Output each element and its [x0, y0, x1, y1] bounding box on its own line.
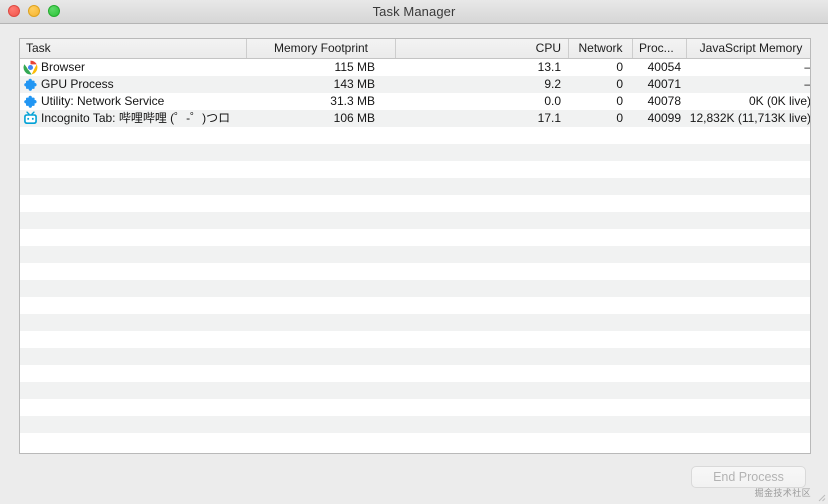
table-row-empty [20, 144, 810, 161]
table-row-empty [20, 348, 810, 365]
cell-memory: 115 MB [334, 60, 375, 74]
table-row-empty [20, 382, 810, 399]
cell-cpu: 17.1 [537, 111, 561, 125]
table-row-empty [20, 416, 810, 433]
column-header-cpu[interactable]: CPU [395, 39, 568, 58]
table-row-empty [20, 399, 810, 416]
table-row-empty [20, 314, 810, 331]
column-header-memory-footprint[interactable]: Memory Footprint [246, 39, 395, 58]
cell-process-id: 40099 [647, 111, 681, 125]
window-title: Task Manager [372, 4, 456, 19]
end-process-button[interactable]: End Process [691, 466, 806, 488]
table-row-empty [20, 246, 810, 263]
table-row-empty [20, 331, 810, 348]
cell-cpu: 0.0 [544, 94, 561, 108]
table-row-empty [20, 280, 810, 297]
table-row-empty [20, 263, 810, 280]
window-footer: End Process 掘金技术社区 [0, 454, 828, 504]
table-row[interactable]: GPU Process 143 MB 9.2 0 40071– [20, 76, 810, 93]
cell-js-memory: 0K (0K live) [748, 94, 810, 108]
minimize-window-button[interactable] [28, 5, 40, 17]
table-row-empty [20, 212, 810, 229]
cell-js-memory: – [687, 59, 810, 76]
table-header-row: Task Memory Footprint CPU Network Proc..… [20, 39, 810, 59]
column-header-process-id[interactable]: Proc... [632, 39, 686, 58]
table-row-empty [20, 365, 810, 382]
window-controls [8, 5, 60, 17]
cell-memory: 31.3 MB [330, 94, 375, 108]
cell-task: Utility: Network Service [41, 94, 165, 108]
cell-process-id: 40054 [647, 60, 681, 74]
resize-grip-icon[interactable] [814, 490, 826, 502]
cell-js-memory: 12,832K (11,713K live) [689, 111, 810, 125]
table-row[interactable]: Incognito Tab: 哔哩哔哩 (゜-゜)つロ 106 MB 17.1 0 40… [20, 110, 810, 127]
cell-cpu: 9.2 [544, 77, 561, 91]
cell-cpu: 13.1 [537, 60, 561, 74]
table-row-empty [20, 229, 810, 246]
process-table: Task Memory Footprint CPU Network Proc..… [19, 38, 811, 454]
table-row-empty [20, 127, 810, 144]
table-row-empty [20, 195, 810, 212]
window-titlebar: Task Manager [0, 0, 828, 24]
cell-memory: 143 MB [333, 77, 375, 91]
cell-network: 0 [616, 60, 623, 74]
cell-network: 0 [616, 94, 623, 108]
table-row[interactable]: Utility: Network Service 31.3 MB 0.0 0 40078… [20, 93, 810, 110]
column-header-task[interactable]: Task [20, 39, 246, 58]
table-row-empty [20, 297, 810, 314]
cell-process-id: 40078 [647, 94, 681, 108]
column-header-network[interactable]: Network [568, 39, 632, 58]
column-header-javascript-memory[interactable]: JavaScript Memory [686, 39, 810, 58]
close-window-button[interactable] [8, 5, 20, 17]
table-row[interactable]: Browser 115 MB 13.1 0 40054– [20, 59, 810, 76]
cell-process-id: 40071 [647, 77, 681, 91]
task-manager-window: Task Manager Task Memory Footprint CPU N… [0, 0, 828, 504]
cell-network: 0 [616, 111, 623, 125]
cell-task: Incognito Tab: 哔哩哔哩 (゜-゜)つロ [41, 111, 231, 125]
maximize-window-button[interactable] [48, 5, 60, 17]
watermark-text: 掘金技术社区 [754, 489, 811, 499]
cell-js-memory: – [687, 76, 810, 93]
cell-task: Browser [41, 60, 86, 74]
table-row-empty [20, 433, 810, 450]
cell-memory: 106 MB [333, 111, 375, 125]
cell-network: 0 [616, 77, 623, 91]
table-row-empty [20, 178, 810, 195]
table-row-empty [20, 161, 810, 178]
table-body: Browser 115 MB 13.1 0 40054– GPU Process 143 M… [20, 59, 810, 453]
cell-task: GPU Process [41, 77, 114, 91]
